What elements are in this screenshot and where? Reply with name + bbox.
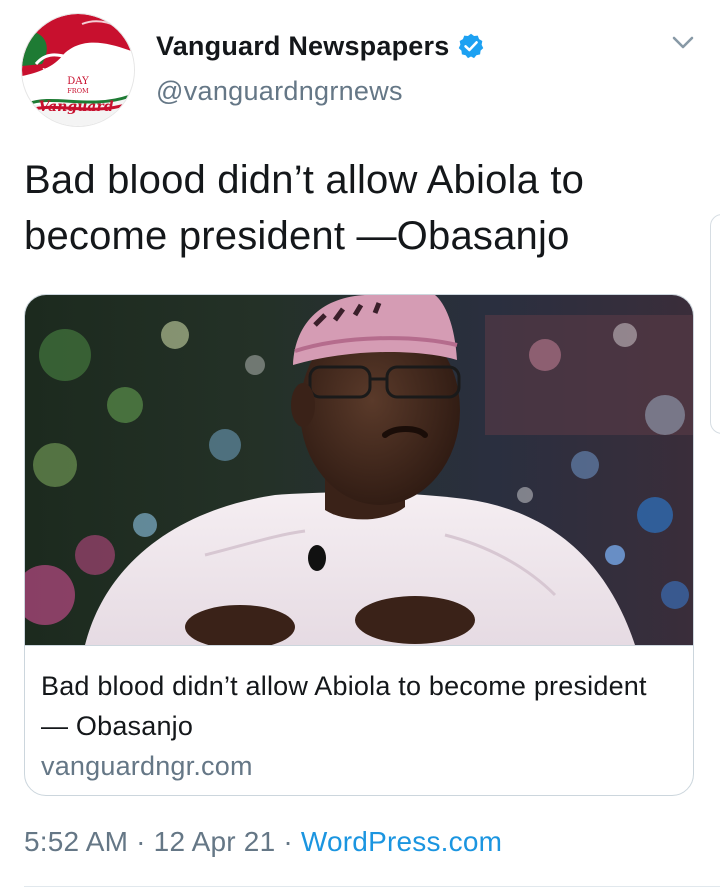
card-image[interactable] bbox=[25, 295, 693, 645]
tweet: HAPPY INDEPENDENCE DAY FROM Vanguard Van… bbox=[0, 0, 720, 889]
meta-separator-2: · bbox=[283, 826, 293, 857]
card-title: Bad blood didn’t allow Abiola to become … bbox=[41, 671, 647, 741]
avatar-line1: HAPPY bbox=[66, 58, 96, 67]
avatar-logo: Vanguard bbox=[38, 99, 113, 115]
author-handle[interactable]: @vanguardngrnews bbox=[156, 76, 485, 107]
chevron-down-icon[interactable] bbox=[672, 36, 694, 50]
card-body[interactable]: Bad blood didn’t allow Abiola to become … bbox=[25, 645, 693, 786]
display-name-row: Vanguard Newspapers bbox=[156, 26, 485, 66]
avatar-line4: FROM bbox=[67, 87, 89, 95]
card-domain: vanguardngr.com bbox=[41, 751, 253, 781]
link-card[interactable]: Bad blood didn’t allow Abiola to become … bbox=[24, 294, 694, 796]
card-photo bbox=[25, 295, 693, 645]
meta-separator: · bbox=[136, 826, 146, 857]
avatar-line2: INDEPENDENCE bbox=[42, 67, 114, 76]
author-block: Vanguard Newspapers @vanguardngrnews bbox=[156, 26, 485, 107]
tweet-source-link[interactable]: WordPress.com bbox=[301, 826, 502, 857]
tweet-time[interactable]: 5:52 AM bbox=[24, 826, 128, 857]
side-scroll-handle[interactable] bbox=[710, 214, 720, 434]
avatar-image: HAPPY INDEPENDENCE DAY FROM Vanguard bbox=[22, 14, 134, 126]
tweet-date[interactable]: 12 Apr 21 bbox=[154, 826, 276, 857]
display-name[interactable]: Vanguard Newspapers bbox=[156, 31, 449, 62]
verified-badge-icon bbox=[459, 33, 484, 59]
divider bbox=[24, 886, 720, 887]
tweet-text: Bad blood didn’t allow Abiola to become … bbox=[24, 158, 585, 258]
tweet-meta: 5:52 AM · 12 Apr 21 · WordPress.com bbox=[24, 826, 502, 858]
avatar[interactable]: HAPPY INDEPENDENCE DAY FROM Vanguard bbox=[22, 14, 134, 126]
avatar-line3: DAY bbox=[67, 76, 89, 87]
